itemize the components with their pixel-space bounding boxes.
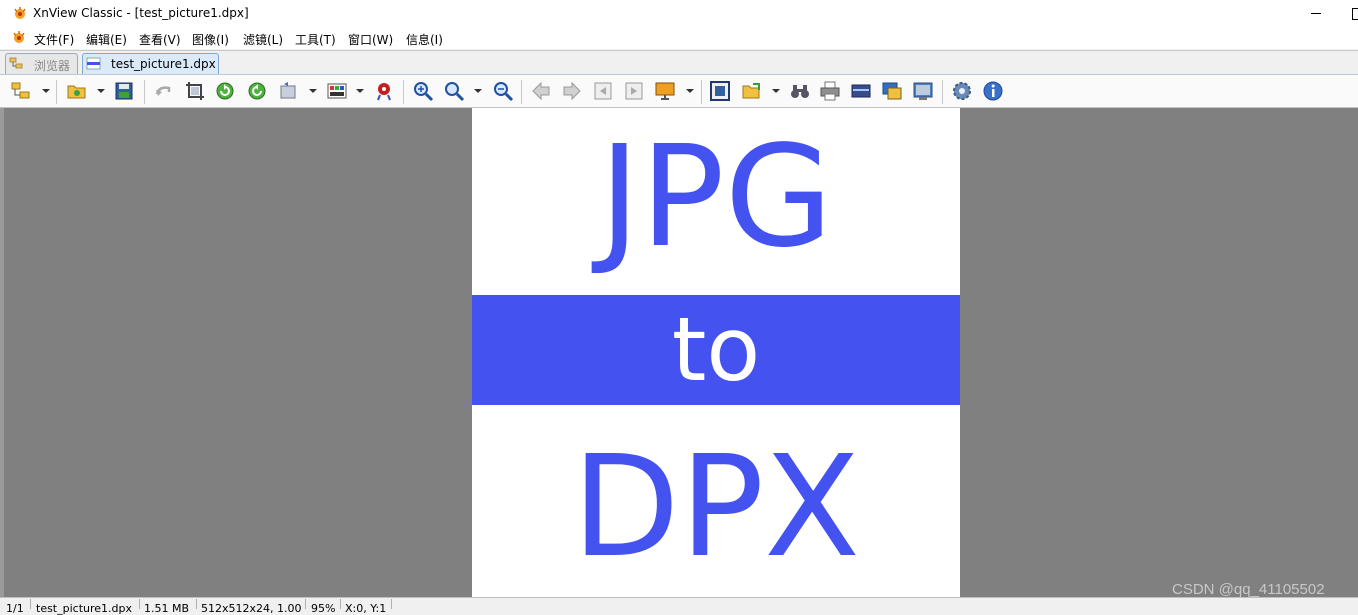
system-menu-icon[interactable] [11,30,27,44]
tab-browser-label: 浏览器 [34,59,71,73]
zoom-icon[interactable] [443,80,465,102]
transform-icon[interactable] [278,80,300,102]
watermark: CSDN @qq_41105502 [1172,581,1325,598]
menu-edit[interactable]: 编辑(E) [86,31,127,48]
zoom-in-icon[interactable] [412,80,434,102]
left-panel-edge [0,108,4,597]
status-separator [340,599,341,609]
first-page-icon[interactable] [592,80,614,102]
tab-image-label: test_picture1.dpx [111,57,216,71]
status-separator [139,599,140,609]
menu-file[interactable]: 文件(F) [34,31,74,48]
menu-view[interactable]: 查看(V) [139,31,181,48]
wallpaper-icon[interactable] [912,80,934,102]
folder-tree-icon[interactable] [10,80,32,102]
toolbar-separator [403,80,404,104]
rotate-right-icon[interactable] [246,80,268,102]
menu-image[interactable]: 图像(I) [192,31,229,48]
xnview-logo-icon [14,7,26,19]
menu-tools[interactable]: 工具(T) [295,31,336,48]
toolbar-separator [521,80,522,104]
image-text-jpg: JPG [598,116,834,279]
image-canvas: JPG to DPX [472,108,960,597]
print-icon[interactable] [819,80,841,102]
save-icon[interactable] [113,80,135,102]
fullscreen-icon[interactable] [709,80,731,102]
open-folder-icon[interactable] [66,80,88,102]
browser-icon [9,57,23,69]
settings-icon[interactable] [951,80,973,102]
menu-filter[interactable]: 滤镜(L) [243,31,283,48]
remove-red-eye-icon[interactable] [373,80,395,102]
scan-icon[interactable] [850,80,872,102]
status-separator [305,599,306,609]
toolbar-separator [942,80,943,104]
open-dropdown[interactable] [97,89,105,93]
toolbar-separator [144,80,145,104]
slideshow-icon[interactable] [654,80,676,102]
image-file-icon [86,57,101,70]
export-icon[interactable] [741,80,763,102]
toolbar-separator [701,80,702,104]
slideshow-dropdown[interactable] [686,89,694,93]
transform-dropdown[interactable] [309,89,317,93]
undo-icon[interactable] [153,80,175,102]
menu-window[interactable]: 窗口(W) [348,31,393,48]
menu-info[interactable]: 信息(I) [406,31,443,48]
window-title: XnView Classic - [test_picture1.dpx] [33,6,249,20]
info-icon[interactable] [982,80,1004,102]
status-separator [196,599,197,609]
tab-browser[interactable]: 浏览器 [5,53,78,74]
minimize-button[interactable] [1300,0,1346,27]
previous-icon[interactable] [530,80,552,102]
zoom-dropdown[interactable] [474,89,482,93]
zoom-out-icon[interactable] [492,80,514,102]
rotate-left-icon[interactable] [214,80,236,102]
export-dropdown[interactable] [772,89,780,93]
last-page-icon[interactable] [623,80,645,102]
status-separator [391,599,392,609]
find-icon[interactable] [789,80,811,102]
crop-icon[interactable] [184,80,206,102]
toolbar-separator [56,80,57,104]
next-icon[interactable] [561,80,583,102]
adjust-colors-icon[interactable] [326,80,348,102]
maximize-button[interactable] [1346,0,1358,27]
image-text-to: to [671,298,761,401]
image-text-dpx: DPX [571,426,861,589]
status-separator [30,599,31,609]
tab-image[interactable]: test_picture1.dpx [82,53,219,74]
folder-tree-dropdown[interactable] [42,89,50,93]
adjust-colors-dropdown[interactable] [356,89,364,93]
capture-icon[interactable] [881,80,903,102]
